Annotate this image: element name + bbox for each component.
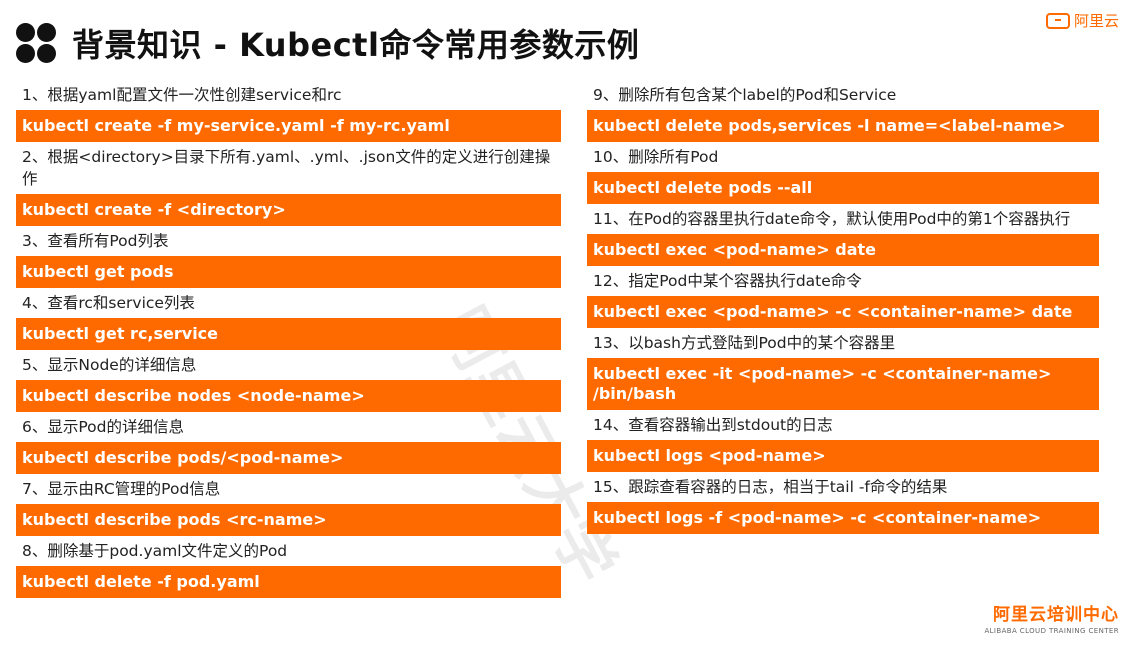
clover-logo-icon bbox=[16, 23, 56, 63]
command-item: 11、在Pod的容器里执行date命令，默认使用Pod中的第1个容器执行 kub… bbox=[587, 204, 1099, 266]
command-item: 4、查看rc和service列表 kubectl get rc,service bbox=[16, 288, 561, 350]
command-description: 11、在Pod的容器里执行date命令，默认使用Pod中的第1个容器执行 bbox=[593, 210, 1071, 228]
command-item: 7、显示由RC管理的Pod信息 kubectl describe pods <r… bbox=[16, 474, 561, 536]
command-item: 12、指定Pod中某个容器执行date命令 kubectl exec <pod-… bbox=[587, 266, 1099, 328]
command-item: 2、根据<directory>目录下所有.yaml、.yml、.json文件的定… bbox=[16, 142, 561, 226]
command-description: 2、根据<directory>目录下所有.yaml、.yml、.json文件的定… bbox=[22, 148, 551, 188]
footer-brand: 阿里云培训中心 ALIBABA CLOUD TRAINING CENTER bbox=[984, 600, 1119, 635]
command-description: 10、删除所有Pod bbox=[593, 148, 719, 166]
page-title: 背景知识 - Kubectl命令常用参数示例 bbox=[72, 26, 640, 64]
command-description: 12、指定Pod中某个容器执行date命令 bbox=[593, 272, 862, 290]
command-description: 15、跟踪查看容器的日志，相当于tail -f命令的结果 bbox=[593, 478, 948, 496]
command-description: 1、根据yaml配置文件一次性创建service和rc bbox=[22, 86, 342, 104]
command-code: kubectl describe nodes <node-name> bbox=[16, 380, 561, 412]
training-center-english: ALIBABA CLOUD TRAINING CENTER bbox=[984, 627, 1119, 635]
header: 背景知识 - Kubectl命令常用参数示例 bbox=[16, 18, 639, 68]
command-item: 10、删除所有Pod kubectl delete pods --all bbox=[587, 142, 1099, 204]
command-item: 9、删除所有包含某个label的Pod和Service kubectl dele… bbox=[587, 80, 1099, 142]
command-code: kubectl delete pods,services -l name=<la… bbox=[587, 110, 1099, 142]
command-item: 3、查看所有Pod列表 kubectl get pods bbox=[16, 226, 561, 288]
command-item: 1、根据yaml配置文件一次性创建service和rc kubectl crea… bbox=[16, 80, 561, 142]
command-description: 4、查看rc和service列表 bbox=[22, 294, 195, 312]
right-column: 9、删除所有包含某个label的Pod和Service kubectl dele… bbox=[587, 80, 1099, 534]
command-code: kubectl get rc,service bbox=[16, 318, 561, 350]
command-description: 6、显示Pod的详细信息 bbox=[22, 418, 184, 436]
training-center-name: 阿里云培训中心 bbox=[993, 605, 1119, 625]
command-code: kubectl delete pods --all bbox=[587, 172, 1099, 204]
command-description: 9、删除所有包含某个label的Pod和Service bbox=[593, 86, 897, 104]
command-code: kubectl describe pods <rc-name> bbox=[16, 504, 561, 536]
command-description: 3、查看所有Pod列表 bbox=[22, 232, 169, 250]
command-code: kubectl exec -it <pod-name> -c <containe… bbox=[587, 358, 1099, 410]
command-item: 13、以bash方式登陆到Pod中的某个容器里 kubectl exec -it… bbox=[587, 328, 1099, 410]
aliyun-brand-text: 阿里云 bbox=[1073, 12, 1119, 30]
command-code: kubectl delete -f pod.yaml bbox=[16, 566, 561, 598]
command-code: kubectl create -f my-service.yaml -f my-… bbox=[16, 110, 561, 142]
command-code: kubectl exec <pod-name> -c <container-na… bbox=[587, 296, 1099, 328]
aliyun-brand-top: 阿里云 bbox=[1045, 10, 1119, 31]
command-description: 13、以bash方式登陆到Pod中的某个容器里 bbox=[593, 334, 896, 352]
command-code: kubectl create -f <directory> bbox=[16, 194, 561, 226]
command-item: 6、显示Pod的详细信息 kubectl describe pods/<pod-… bbox=[16, 412, 561, 474]
command-item: 5、显示Node的详细信息 kubectl describe nodes <no… bbox=[16, 350, 561, 412]
left-column: 1、根据yaml配置文件一次性创建service和rc kubectl crea… bbox=[16, 80, 561, 598]
command-description: 7、显示由RC管理的Pod信息 bbox=[22, 480, 221, 498]
command-description: 5、显示Node的详细信息 bbox=[22, 356, 197, 374]
command-code: kubectl exec <pod-name> date bbox=[587, 234, 1099, 266]
command-code: kubectl logs -f <pod-name> -c <container… bbox=[587, 502, 1099, 534]
command-code: kubectl describe pods/<pod-name> bbox=[16, 442, 561, 474]
command-description: 8、删除基于pod.yaml文件定义的Pod bbox=[22, 542, 288, 560]
command-item: 8、删除基于pod.yaml文件定义的Pod kubectl delete -f… bbox=[16, 536, 561, 598]
command-code: kubectl logs <pod-name> bbox=[587, 440, 1099, 472]
aliyun-logo-icon bbox=[1045, 12, 1070, 29]
command-description: 14、查看容器输出到stdout的日志 bbox=[593, 416, 833, 434]
command-item: 15、跟踪查看容器的日志，相当于tail -f命令的结果 kubectl log… bbox=[587, 472, 1099, 534]
command-code: kubectl get pods bbox=[16, 256, 561, 288]
command-item: 14、查看容器输出到stdout的日志 kubectl logs <pod-na… bbox=[587, 410, 1099, 472]
